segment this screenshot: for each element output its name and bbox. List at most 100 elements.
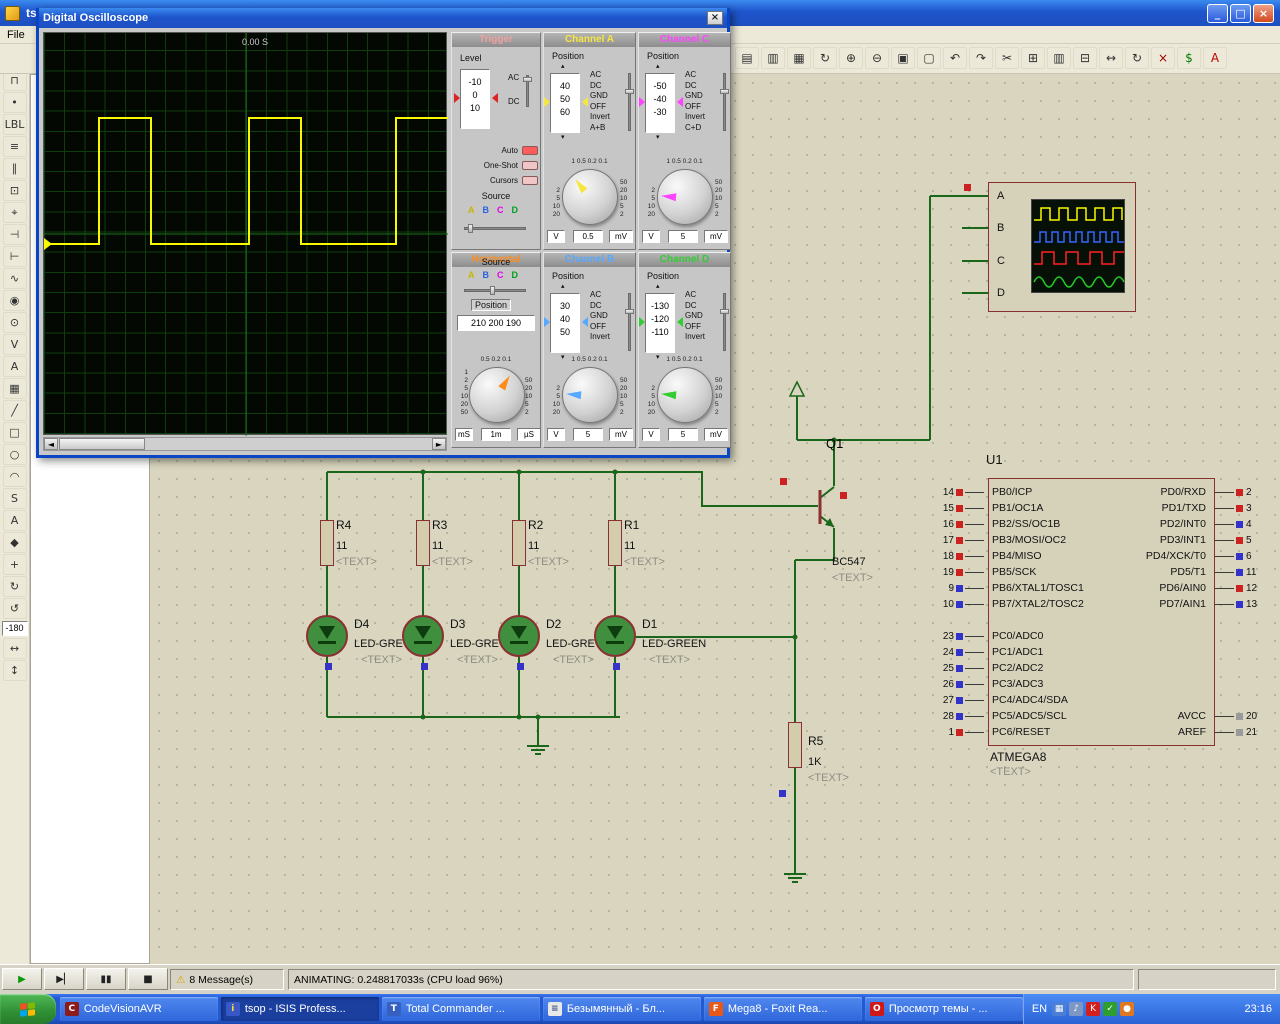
instant-edit-icon[interactable]: ⌖ (3, 202, 27, 223)
play-button[interactable]: ▶ (2, 968, 42, 990)
position-wheel[interactable]: -130 -120 -110 (645, 293, 675, 353)
ic-pin-right[interactable]: PD7/AIN1 13 (1062, 598, 1270, 610)
terminals-mode-icon[interactable]: ⊣ (3, 224, 27, 245)
device-pins-icon[interactable]: ⊢ (3, 246, 27, 267)
wheel-up-icon[interactable]: ▴ (561, 62, 565, 70)
coupling-slider-thumb[interactable] (720, 89, 729, 94)
2d-box-icon[interactable]: □ (3, 422, 27, 443)
wheel-down-icon[interactable]: ▾ (656, 133, 660, 141)
coupling-mode-labels[interactable]: AC DC GND OFF Invert C+D (685, 70, 705, 133)
source-channel-letter[interactable]: B (483, 270, 490, 280)
display-settings-icon[interactable]: ▦ (1052, 1002, 1066, 1016)
wheel-up-icon[interactable]: ▴ (656, 62, 660, 70)
2d-arc-icon[interactable]: ◠ (3, 466, 27, 487)
ic-pin-right[interactable]: PD1/TXD 3 (1062, 502, 1270, 514)
source-channel-letter[interactable]: C (497, 205, 504, 215)
2d-line-icon[interactable]: ╱ (3, 400, 27, 421)
coupling-slider-thumb[interactable] (720, 309, 729, 314)
ic-pin-right[interactable]: PD0/RXD 2 (1062, 486, 1270, 498)
ic-pin-left[interactable]: 1 PC6/RESET (928, 726, 1050, 738)
position-wheel[interactable]: 30 40 50 (550, 293, 580, 353)
rotate-ccw-icon[interactable]: ↺ (3, 598, 27, 619)
language-indicator[interactable]: EN (1032, 1003, 1047, 1015)
close-button[interactable]: × (1253, 4, 1274, 23)
transistor-ref[interactable]: Q1 (826, 436, 843, 451)
taskbar-task[interactable]: C CodeVisionAVR (60, 997, 218, 1021)
2d-symbol-icon[interactable]: ◆ (3, 532, 27, 553)
minimize-button[interactable]: _ (1207, 4, 1228, 23)
screen-scrollbar[interactable]: ◄ ► (43, 437, 447, 451)
ic-pin-left[interactable]: 19 PB5/SCK (928, 566, 1036, 578)
start-button[interactable] (0, 994, 56, 1024)
ic-pin-left[interactable]: 23 PC0/ADC0 (928, 630, 1043, 642)
messenger-icon[interactable]: ● (1120, 1002, 1134, 1016)
2d-path-icon[interactable]: S (3, 488, 27, 509)
trigger-level-wheel[interactable]: -10 0 10 (460, 69, 490, 129)
source-channel-letter[interactable]: B (483, 205, 490, 215)
voltage-probe-icon[interactable]: V (3, 334, 27, 355)
2d-circle-icon[interactable]: ○ (3, 444, 27, 465)
trigger-mode-button[interactable] (522, 146, 538, 155)
wheel-down-icon[interactable]: ▾ (561, 133, 565, 141)
coupling-slider[interactable] (723, 73, 726, 131)
source-channel-letter[interactable]: C (497, 270, 504, 280)
menu-file[interactable]: File (0, 28, 32, 42)
ic-pin-right[interactable]: AREF 21 (1062, 726, 1270, 738)
markers-icon[interactable]: + (3, 554, 27, 575)
coupling-slider[interactable] (628, 293, 631, 351)
oscilloscope-titlebar[interactable]: Digital Oscilloscope × (39, 8, 727, 28)
ic-pin-left[interactable]: 27 PC4/ADC4/SDA (928, 694, 1068, 706)
pause-button[interactable]: ▮▮ (86, 968, 126, 990)
ic-pin-left[interactable]: 24 PC1/ADC1 (928, 646, 1043, 658)
ic-pin-left[interactable]: 16 PB2/SS/OC1B (928, 518, 1060, 530)
scroll-thumb[interactable] (59, 438, 145, 450)
source-channel-letter[interactable]: A (468, 205, 475, 215)
taskbar-task[interactable]: T Total Commander ... (382, 997, 540, 1021)
ic-pin-right[interactable]: PD6/AIN0 12 (1062, 582, 1270, 594)
coupling-mode-labels[interactable]: AC DC GND OFF Invert A+B (590, 70, 610, 133)
rotation-angle-field[interactable]: -180 (2, 621, 28, 636)
source-channel-letter[interactable]: D (512, 270, 519, 280)
source-channel-letter[interactable]: D (512, 205, 519, 215)
ic-pin-left[interactable]: 10 PB7/XTAL2/TOSC2 (928, 598, 1084, 610)
wheel-up-icon[interactable]: ▴ (656, 282, 660, 290)
subcircuit-icon[interactable]: ⊡ (3, 180, 27, 201)
wheel-up-icon[interactable]: ▴ (561, 282, 565, 290)
ac-label[interactable]: AC (508, 73, 519, 82)
open-file-icon[interactable]: ▥ (761, 47, 785, 69)
source-slider-thumb[interactable] (490, 286, 495, 295)
ic-pin-left[interactable]: 25 PC2/ADC2 (928, 662, 1043, 674)
redo-icon[interactable]: ↷ (969, 47, 993, 69)
maximize-button[interactable]: □ (1230, 4, 1251, 23)
volts-per-div-knob[interactable] (562, 169, 618, 225)
ic-pin-right[interactable]: PD2/INT0 4 (1062, 518, 1270, 530)
zoom-out-icon[interactable]: ⊖ (865, 47, 889, 69)
ic-pin-left[interactable]: 15 PB1/OC1A (928, 502, 1043, 514)
dc-label[interactable]: DC (508, 97, 520, 106)
volts-per-div-knob[interactable] (657, 169, 713, 225)
ic-pin-left[interactable]: 28 PC5/ADC5/SCL (928, 710, 1067, 722)
taskbar-task[interactable]: O Просмотр темы - ... (865, 997, 1023, 1021)
taskbar-task[interactable]: F Mega8 - Foxit Rea... (704, 997, 862, 1021)
save-file-icon[interactable]: ▦ (787, 47, 811, 69)
coupling-slider[interactable] (628, 73, 631, 131)
coupling-mode-labels[interactable]: AC DC GND OFF Invert (590, 290, 610, 343)
position-wheel[interactable]: 40 50 60 (550, 73, 580, 133)
rotate-cw-icon[interactable]: ↻ (3, 576, 27, 597)
new-file-icon[interactable]: ▤ (735, 47, 759, 69)
ic-pin-right[interactable]: PD4/XCK/T0 6 (1062, 550, 1270, 562)
undo-icon[interactable]: ↶ (943, 47, 967, 69)
edit-properties-icon[interactable]: $ (1177, 47, 1201, 69)
stop-button[interactable]: ■ (128, 968, 168, 990)
redraw-icon[interactable]: ↻ (813, 47, 837, 69)
zoom-all-icon[interactable]: ▣ (891, 47, 915, 69)
current-probe-icon[interactable]: A (3, 356, 27, 377)
graph-mode-icon[interactable]: ∿ (3, 268, 27, 289)
mirror-horizontal-icon[interactable]: ↔ (3, 638, 27, 659)
source-slider-thumb[interactable] (468, 224, 473, 233)
zoom-area-icon[interactable]: ▢ (917, 47, 941, 69)
ic-pin-right[interactable]: AVCC 20 (1062, 710, 1270, 722)
volts-per-div-knob[interactable] (562, 367, 618, 423)
block-copy-icon[interactable]: ⊟ (1073, 47, 1097, 69)
coupling-mode-labels[interactable]: AC DC GND OFF Invert (685, 290, 705, 343)
